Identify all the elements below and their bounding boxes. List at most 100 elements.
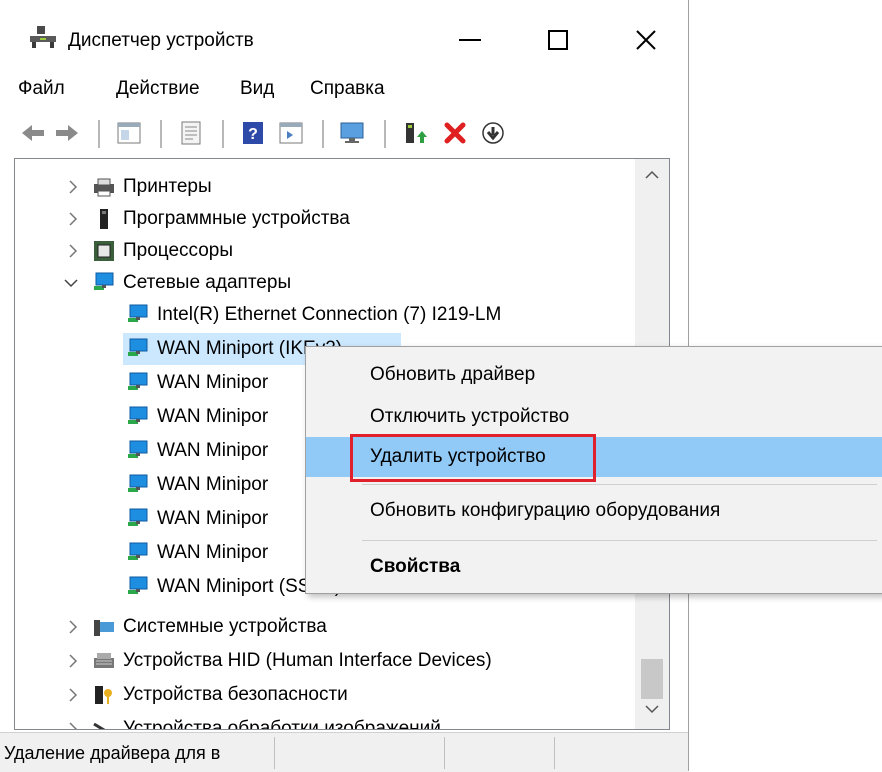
close-button[interactable]: [606, 16, 686, 64]
menu-item-label: Отключить устройство: [370, 406, 570, 427]
status-text: Удаление драйвера для в: [4, 743, 221, 763]
chevron-right-icon[interactable]: [65, 179, 81, 195]
properties-icon: [181, 121, 201, 145]
forward-button[interactable]: [52, 118, 82, 148]
tree-item-network-child[interactable]: WAN Minipor: [127, 469, 268, 501]
status-divider: [554, 737, 555, 769]
tree-item-label: WAN Minipor: [157, 542, 269, 563]
tree-item-network-child[interactable]: Intel(R) Ethernet Connection (7) I219-LM: [127, 299, 501, 331]
menu-item-label: Обновить драйвер: [370, 364, 536, 385]
network-adapter-icon: [128, 542, 148, 560]
update-driver-icon: [406, 123, 427, 143]
status-bar: Удаление драйвера для в: [0, 732, 688, 772]
menu-item-scan-hardware[interactable]: Обновить конфигурацию оборудования: [306, 491, 882, 531]
tree-item-printers[interactable]: Принтеры: [61, 171, 212, 203]
chevron-right-icon[interactable]: [65, 653, 81, 669]
tree-item-network-child[interactable]: WAN Minipor: [127, 537, 268, 569]
network-adapter-icon: [128, 474, 148, 492]
title-bar: Диспетчер устройств: [0, 0, 688, 64]
scan-button[interactable]: [338, 118, 368, 148]
toolbar-separator: [322, 120, 324, 148]
minimize-button[interactable]: [430, 16, 510, 64]
tree-item-network-child[interactable]: WAN Minipor: [127, 401, 268, 433]
tree-item-network-child[interactable]: WAN Minipor: [127, 367, 268, 399]
menu-separator: [362, 484, 877, 485]
uninstall-button[interactable]: [440, 118, 470, 148]
security-device-icon: [95, 686, 112, 704]
chevron-right-icon[interactable]: [65, 721, 81, 729]
chevron-up-icon: [645, 170, 659, 179]
tree-item-security-devices[interactable]: Устройства безопасности: [61, 679, 348, 711]
menu-file[interactable]: Файл: [18, 78, 65, 100]
chevron-right-icon[interactable]: [65, 687, 81, 703]
menu-item-update-driver[interactable]: Обновить драйвер: [306, 355, 882, 395]
menu-item-properties[interactable]: Свойства: [306, 547, 882, 587]
network-adapter-icon: [128, 576, 148, 594]
tree-item-label: Процессоры: [123, 240, 234, 261]
properties-pane-button[interactable]: [114, 118, 144, 148]
scroll-up-button[interactable]: [635, 159, 669, 191]
maximize-button[interactable]: [518, 16, 598, 64]
minimize-icon: [459, 39, 481, 41]
system-device-icon: [94, 620, 114, 636]
tree-item-imaging-devices[interactable]: Устройства обработки изображений: [61, 713, 441, 730]
tree-item-software-devices[interactable]: Программные устройства: [61, 203, 350, 235]
help-icon: ?: [243, 122, 263, 144]
network-adapter-icon: [128, 304, 148, 322]
network-adapter-icon: [128, 372, 148, 390]
scroll-down-button[interactable]: [635, 693, 669, 725]
toolbar-separator: [384, 120, 386, 148]
chevron-down-icon: [645, 705, 659, 714]
menu-item-label: Свойства: [370, 556, 461, 577]
monitor-icon: [340, 122, 364, 143]
menu-item-disable-device[interactable]: Отключить устройство: [306, 397, 882, 437]
menu-bar: Файл Действие Вид Справка: [0, 70, 688, 110]
tree-item-label: WAN Minipor: [157, 372, 269, 393]
menu-separator: [362, 540, 877, 541]
chevron-down-icon[interactable]: [63, 275, 79, 291]
printer-icon: [94, 178, 114, 197]
hid-icon: [94, 653, 114, 668]
tree-item-network-child[interactable]: WAN Minipor: [127, 503, 268, 535]
network-adapter-icon: [128, 406, 148, 424]
tree-item-processors[interactable]: Процессоры: [61, 235, 233, 267]
tree-item-network-child[interactable]: WAN Minipor: [127, 435, 268, 467]
processor-icon: [94, 241, 114, 261]
network-adapter-icon: [128, 508, 148, 526]
menu-action[interactable]: Действие: [116, 78, 200, 100]
tree-item-network-adapters[interactable]: Сетевые адаптеры: [61, 267, 291, 299]
network-adapter-icon: [94, 272, 114, 290]
tree-item-label: Системные устройства: [123, 616, 327, 637]
tree-item-label: Программные устройства: [123, 208, 350, 229]
chevron-right-icon[interactable]: [65, 243, 81, 259]
tree-item-label: Устройства обработки изображений: [123, 718, 441, 730]
chevron-right-icon[interactable]: [65, 211, 81, 227]
menu-view[interactable]: Вид: [240, 78, 274, 100]
tree-item-label: Устройства безопасности: [123, 684, 348, 705]
properties-pane-icon: [117, 122, 141, 144]
tree-item-system-devices[interactable]: Системные устройства: [61, 611, 327, 643]
svg-text:?: ?: [248, 126, 258, 143]
software-device-icon: [100, 209, 108, 229]
tree-item-hid[interactable]: Устройства HID (Human Interface Devices): [61, 645, 492, 677]
properties-button[interactable]: [176, 118, 206, 148]
back-button[interactable]: [18, 118, 48, 148]
back-icon: [22, 125, 44, 141]
toolbar-separator: [98, 120, 100, 148]
update-driver-button[interactable]: [400, 118, 430, 148]
toolbar: ?: [0, 112, 688, 154]
network-adapter-icon: [128, 440, 148, 458]
uninstall-icon: [444, 122, 466, 144]
menu-help[interactable]: Справка: [310, 78, 385, 100]
show-hidden-button[interactable]: [276, 118, 306, 148]
menu-item-label: Обновить конфигурацию оборудования: [370, 500, 721, 521]
status-divider: [444, 737, 445, 769]
chevron-right-icon[interactable]: [65, 619, 81, 635]
maximize-icon: [548, 30, 568, 50]
tree-item-label: Устройства HID (Human Interface Devices): [123, 650, 492, 671]
enable-device-button[interactable]: [478, 118, 508, 148]
network-adapter-icon: [128, 338, 148, 356]
device-manager-app-icon: [30, 26, 56, 48]
toolbar-separator: [222, 120, 224, 148]
help-button[interactable]: ?: [238, 118, 268, 148]
